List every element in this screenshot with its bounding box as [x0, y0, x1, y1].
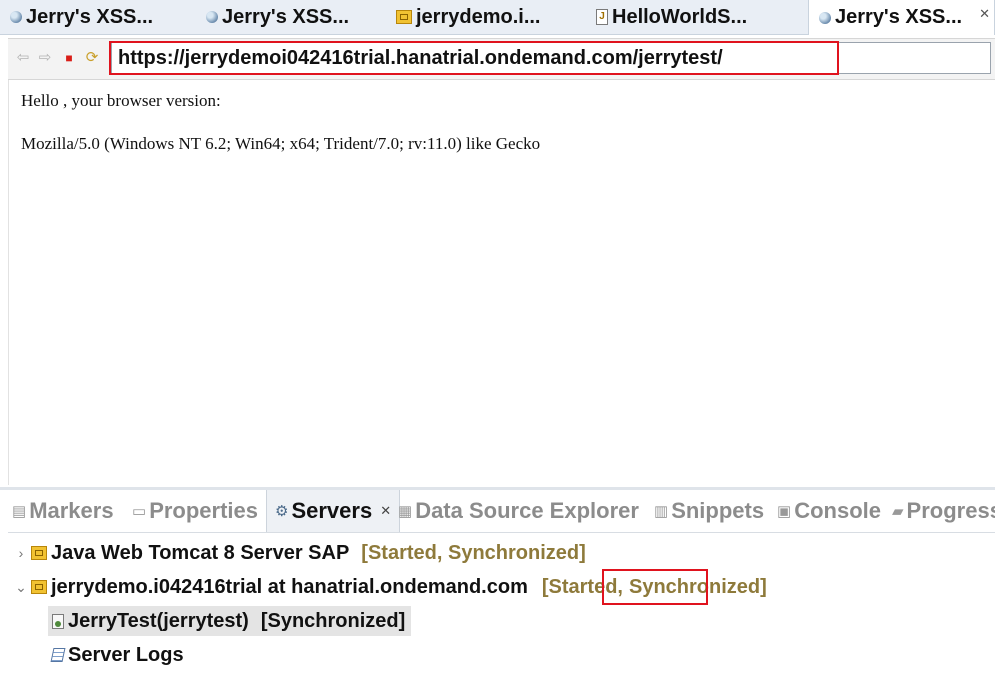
- tab-data-source-explorer[interactable]: ▦ Data Source Explorer: [398, 490, 639, 532]
- editor-tab-helloworld[interactable]: J HelloWorldS...: [586, 0, 808, 34]
- markers-icon: ▤: [12, 503, 27, 520]
- user-agent-text: Mozilla/5.0 (Windows NT 6.2; Win64; x64;…: [21, 134, 541, 153]
- server-status: [Started, Synchronized]: [361, 541, 586, 564]
- refresh-icon[interactable]: ⟳: [84, 50, 100, 66]
- editor-tab-xss-1[interactable]: Jerry's XSS...: [0, 0, 196, 34]
- editor-tab-label: jerrydemo.i...: [416, 5, 541, 28]
- back-arrow-icon[interactable]: ⇦: [15, 50, 31, 66]
- editor-tab-label: HelloWorldS...: [612, 5, 748, 28]
- close-view-icon[interactable]: ✕: [380, 503, 391, 519]
- greeting-text: Hello , your browser version:: [21, 91, 221, 110]
- server-logs-label: Server Logs: [68, 643, 184, 666]
- expand-chevron-icon[interactable]: ›: [15, 545, 27, 561]
- tab-label: Progress: [906, 498, 995, 523]
- web-module-icon: [52, 613, 64, 629]
- globe-icon: [10, 11, 22, 23]
- module-status: [Synchronized]: [260, 609, 406, 632]
- forward-arrow-icon[interactable]: ⇨: [37, 50, 53, 66]
- console-icon: ▣: [777, 503, 792, 520]
- tab-label: Snippets: [671, 498, 765, 523]
- globe-icon: [206, 11, 218, 23]
- collapse-chevron-icon[interactable]: ⌄: [15, 579, 27, 596]
- tab-properties[interactable]: ▭ Properties: [132, 490, 258, 532]
- server-row-tomcat[interactable]: › Java Web Tomcat 8 Server SAP [Started,…: [15, 538, 586, 568]
- progress-icon: ▰: [892, 503, 904, 520]
- tab-progress[interactable]: ▰ Progress: [892, 490, 995, 532]
- server-name: Java Web Tomcat 8 Server SAP: [51, 541, 350, 564]
- properties-icon: ▭: [132, 503, 147, 520]
- tab-label: Console: [794, 498, 881, 523]
- browser-page-content: Hello , your browser version: Mozilla/5.…: [8, 80, 995, 485]
- module-row-jerrytest[interactable]: JerryTest(jerrytest) [Synchronized]: [48, 606, 412, 636]
- editor-tab-label: Jerry's XSS...: [835, 6, 963, 28]
- editor-tab-jerrydemo[interactable]: jerrydemo.i...: [386, 0, 586, 34]
- tab-markers[interactable]: ▤ Markers: [12, 490, 114, 532]
- editor-tab-xss-active[interactable]: Jerry's XSS... ✕: [808, 0, 995, 35]
- tab-label: Data Source Explorer: [415, 498, 639, 523]
- tab-servers[interactable]: ⚙ Servers ✕: [266, 490, 401, 532]
- tab-label: Markers: [29, 498, 114, 523]
- tab-label: Properties: [149, 498, 259, 523]
- snippets-icon: ▥: [654, 503, 669, 520]
- tab-label: Servers: [291, 498, 373, 523]
- java-file-icon: J: [596, 9, 608, 25]
- editor-tab-bar: Jerry's XSS... Jerry's XSS... jerrydemo.…: [0, 0, 995, 35]
- module-name: JerryTest(jerrytest): [68, 609, 249, 632]
- views-tab-bar: ▤ Markers ▭ Properties ⚙ Servers ✕ ▦ Dat…: [8, 490, 995, 533]
- server-icon: [31, 546, 47, 560]
- url-highlight-box: [109, 41, 839, 75]
- globe-icon: [819, 11, 831, 24]
- server-logs-row[interactable]: Server Logs: [48, 640, 184, 670]
- tab-snippets[interactable]: ▥ Snippets: [654, 490, 764, 532]
- editor-tab-label: Jerry's XSS...: [222, 5, 350, 28]
- status-highlight-box: [602, 569, 708, 605]
- servers-icon: ⚙: [275, 503, 289, 520]
- server-package-icon: [396, 10, 412, 24]
- editor-tab-xss-2[interactable]: Jerry's XSS...: [196, 0, 386, 34]
- data-source-icon: ▦: [398, 503, 413, 520]
- close-tab-icon[interactable]: ✕: [979, 6, 990, 22]
- server-name: jerrydemo.i042416trial at hanatrial.onde…: [51, 575, 528, 598]
- editor-tab-label: Jerry's XSS...: [26, 5, 154, 28]
- logs-icon: [50, 648, 66, 662]
- stop-icon[interactable]: ■: [61, 50, 77, 66]
- tab-console[interactable]: ▣ Console: [777, 490, 881, 532]
- server-icon: [31, 580, 47, 594]
